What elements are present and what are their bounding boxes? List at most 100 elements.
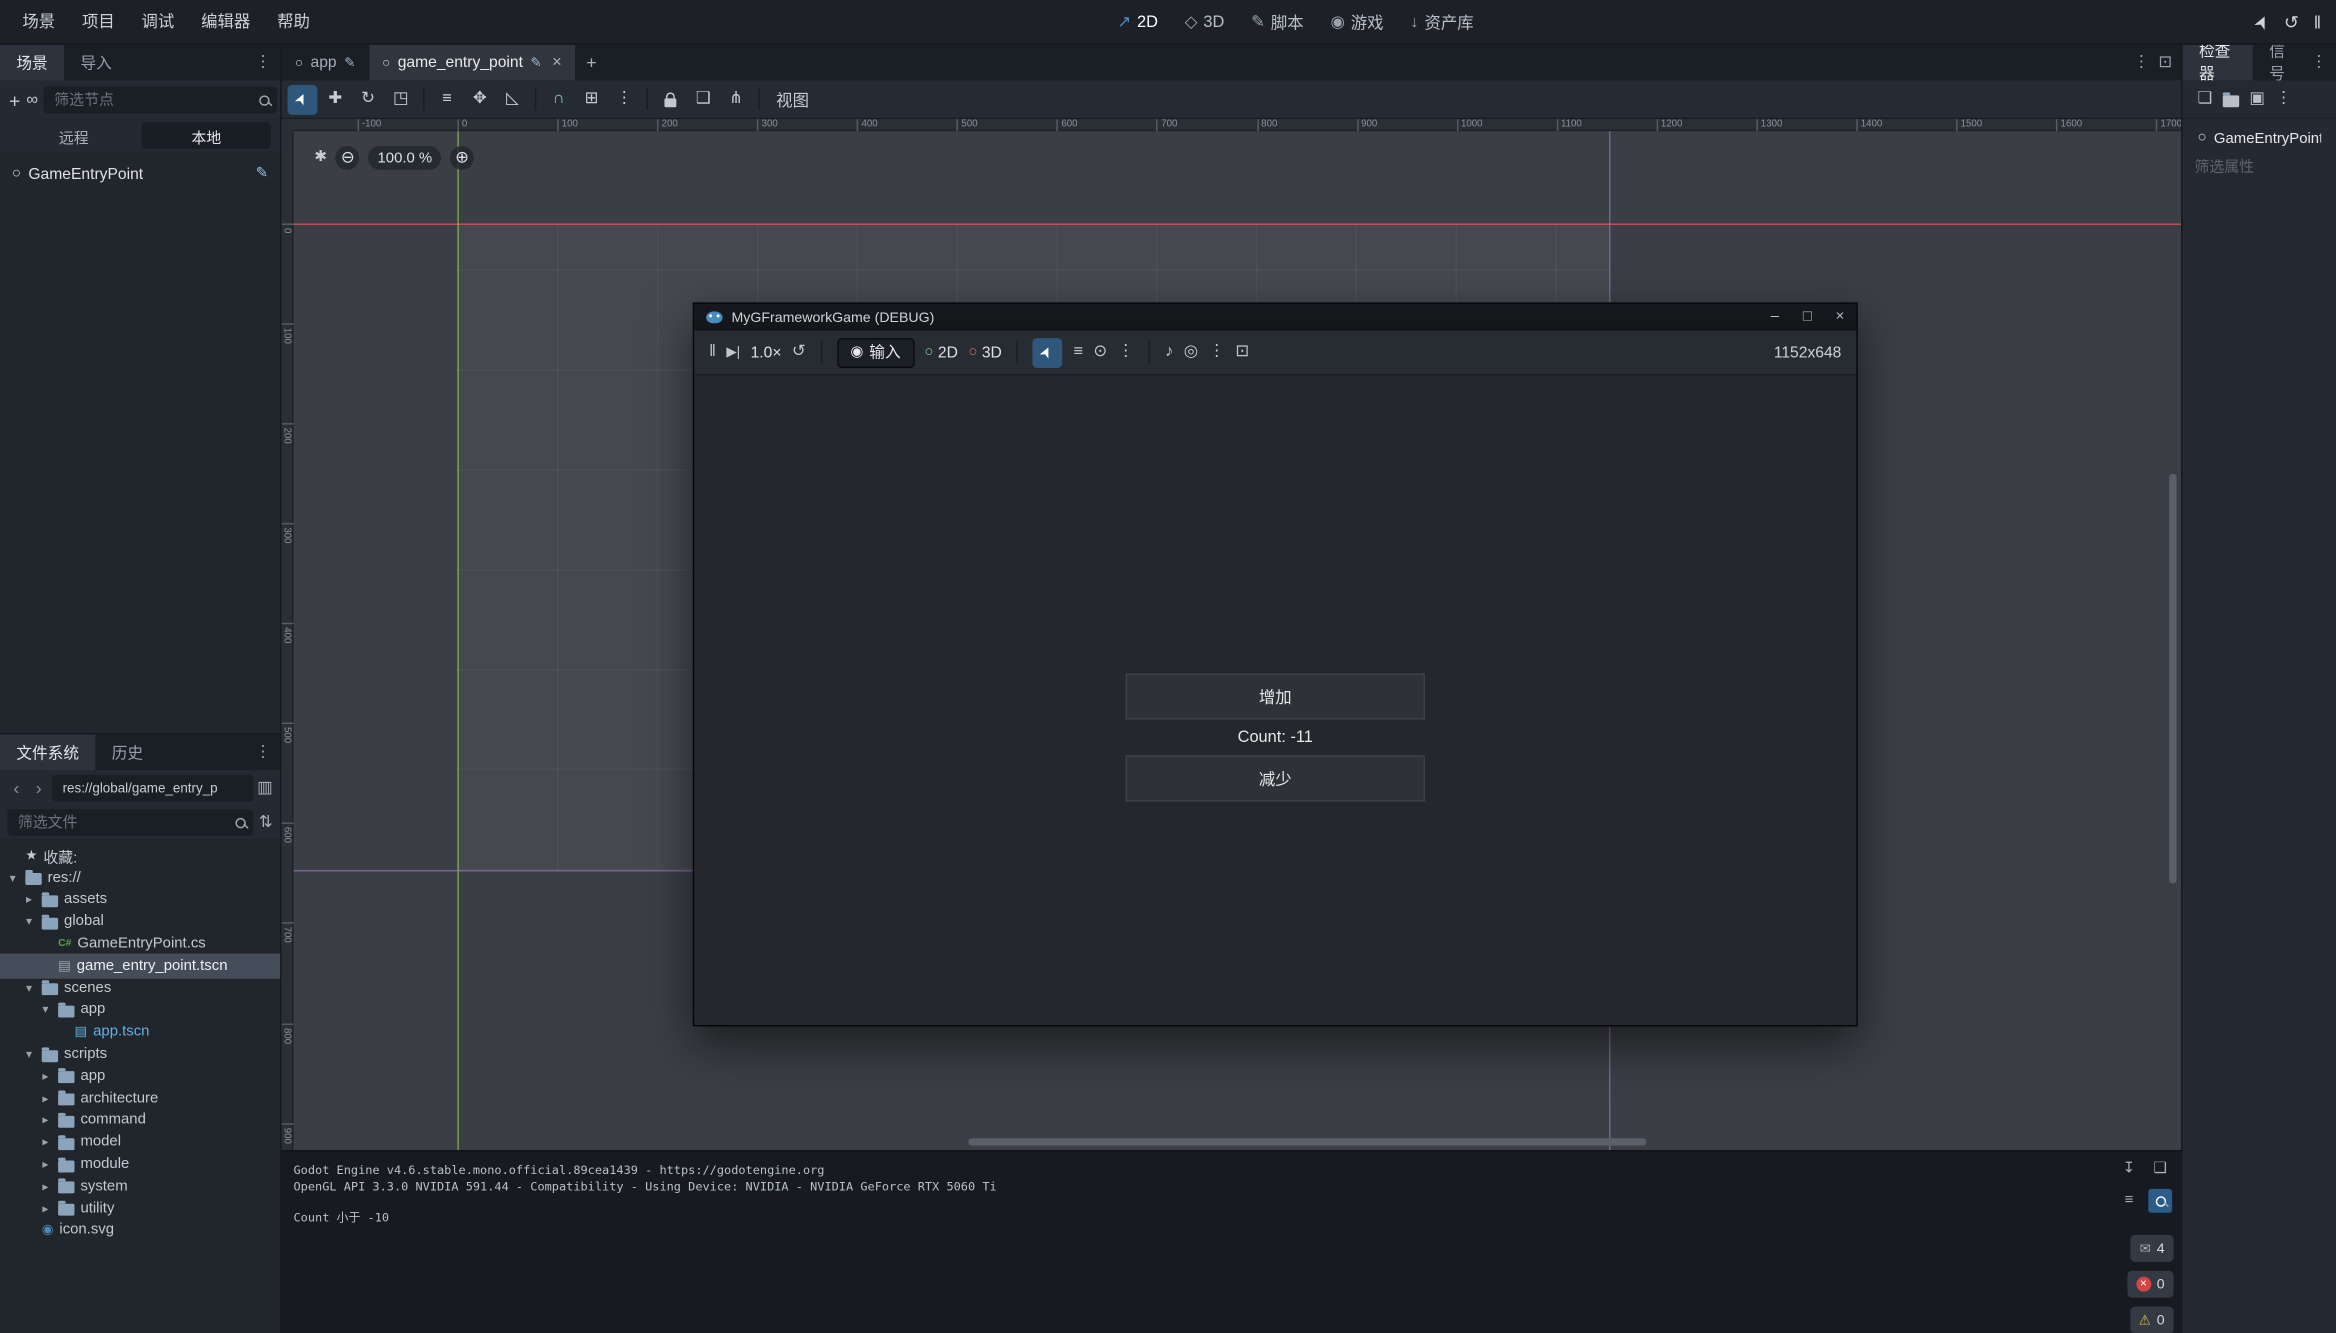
canvas-vscrollbar[interactable] bbox=[2169, 474, 2176, 884]
cursor-icon[interactable]: ➤ bbox=[2250, 11, 2273, 32]
nav-forward-icon[interactable]: › bbox=[30, 779, 48, 797]
file-tree-item[interactable]: ▾app bbox=[0, 999, 280, 1021]
menubar-item[interactable]: 编辑器 bbox=[188, 5, 264, 38]
pick-options-icon[interactable]: ⋮ bbox=[1118, 344, 1134, 360]
scene-tab-game-entry-point[interactable]: ○ game_entry_point ✎ × bbox=[369, 45, 575, 81]
add-node-icon[interactable]: + bbox=[9, 90, 20, 109]
pause-icon[interactable]: ‖ bbox=[2314, 13, 2321, 31]
workspace-button[interactable]: ↗2D bbox=[1105, 6, 1169, 39]
workspace-button[interactable]: ◇3D bbox=[1173, 6, 1236, 39]
file-tree-item[interactable]: C#GameEntryPoint.cs bbox=[0, 933, 280, 955]
filter-properties-input[interactable] bbox=[2191, 158, 2327, 177]
menubar-item[interactable]: 帮助 bbox=[264, 5, 324, 38]
menubar-item[interactable]: 项目 bbox=[69, 5, 129, 38]
close-tab-icon[interactable]: × bbox=[552, 54, 562, 70]
rotate-tool-button[interactable]: ↻ bbox=[353, 84, 383, 114]
decrease-button[interactable]: 减少 bbox=[1126, 755, 1425, 801]
dock-tab[interactable]: 文件系统 bbox=[0, 734, 95, 770]
restart-icon[interactable]: ↺ bbox=[2284, 13, 2299, 31]
group-button[interactable]: ❑ bbox=[688, 84, 718, 114]
next-frame-icon[interactable]: ▶| bbox=[726, 346, 740, 359]
canvas-hscrollbar[interactable] bbox=[968, 1138, 1646, 1145]
filter-nodes-input[interactable] bbox=[51, 90, 254, 109]
filter-files-input[interactable] bbox=[15, 813, 229, 832]
pick-node-button[interactable]: ➤ bbox=[1033, 337, 1063, 367]
file-tree-item[interactable]: ▸utility bbox=[0, 1197, 280, 1219]
attached-script-icon[interactable]: ✎ bbox=[256, 166, 269, 181]
file-tree-item[interactable]: ▸assets bbox=[0, 889, 280, 911]
expander-icon[interactable]: ▾ bbox=[22, 981, 35, 994]
filesystem-menu-icon[interactable]: ⋮ bbox=[255, 744, 271, 760]
canvas-viewport[interactable]: ✱ ⊖ 100.0 % ⊕ MyGFrameworkGame (DEBUG) – bbox=[282, 119, 2181, 1150]
file-tree-item[interactable]: ▾scripts bbox=[0, 1043, 280, 1065]
expander-icon[interactable]: ▸ bbox=[39, 1158, 52, 1171]
view-menu-button[interactable]: 视图 bbox=[767, 84, 818, 114]
skeleton-options-button[interactable]: ⋔ bbox=[721, 84, 751, 114]
expander-icon[interactable]: ▾ bbox=[22, 1047, 35, 1060]
file-tree-item[interactable]: ◉icon.svg bbox=[0, 1219, 280, 1241]
mode-2d-button[interactable]: ○ 2D bbox=[924, 343, 957, 361]
expander-icon[interactable]: ▸ bbox=[22, 893, 35, 906]
file-tree-item[interactable]: ★收藏: bbox=[0, 845, 280, 867]
dock-tab[interactable]: 场景 bbox=[0, 45, 64, 81]
load-resource-icon[interactable] bbox=[2223, 95, 2239, 107]
inspector-menu-icon[interactable]: ⋮ bbox=[2311, 54, 2327, 70]
expander-icon[interactable]: ▾ bbox=[22, 915, 35, 928]
file-tree-item[interactable]: ▾global bbox=[0, 911, 280, 933]
segment-button[interactable]: 本地 bbox=[142, 122, 272, 149]
suspend-icon[interactable]: ‖ bbox=[709, 344, 716, 360]
nav-back-icon[interactable]: ‹ bbox=[7, 779, 25, 797]
log-list-icon[interactable]: ≡ bbox=[2117, 1189, 2141, 1213]
minimize-icon[interactable]: – bbox=[1771, 310, 1779, 325]
menubar-item[interactable]: 场景 bbox=[9, 5, 69, 38]
maximize-icon[interactable]: □ bbox=[1803, 310, 1812, 325]
visibility-icon[interactable]: ⊙ bbox=[1093, 344, 1107, 360]
warnings-badge[interactable]: ⚠ 0 bbox=[2130, 1307, 2174, 1333]
sort-files-icon[interactable]: ⇅ bbox=[259, 814, 273, 830]
camera-options-icon[interactable]: ⋮ bbox=[1209, 344, 1225, 360]
expander-icon[interactable]: ▾ bbox=[39, 1003, 52, 1016]
zoom-out-button[interactable]: ⊖ bbox=[336, 146, 360, 170]
file-tree-item[interactable]: ▸system bbox=[0, 1175, 280, 1197]
scene-tab-app[interactable]: ○ app ✎ bbox=[282, 45, 369, 81]
speed-label[interactable]: 1.0× bbox=[751, 343, 782, 361]
close-icon[interactable]: × bbox=[1836, 310, 1845, 325]
game-window-titlebar[interactable]: MyGFrameworkGame (DEBUG) – □ × bbox=[694, 304, 1856, 331]
node-list-icon[interactable]: ≡ bbox=[1073, 344, 1083, 360]
zoom-level[interactable]: 100.0 % bbox=[369, 146, 442, 170]
path-input[interactable] bbox=[60, 779, 246, 797]
camera-override-icon[interactable]: ◎ bbox=[1184, 344, 1198, 360]
mode-3d-button[interactable]: ○ 3D bbox=[968, 343, 1001, 361]
new-resource-icon[interactable]: ❏ bbox=[2197, 91, 2212, 107]
expander-icon[interactable]: ▾ bbox=[6, 871, 19, 884]
scene-tree-root-node[interactable]: ○ GameEntryPoint ✎ bbox=[0, 161, 280, 186]
file-tree-item[interactable]: ▸model bbox=[0, 1131, 280, 1153]
file-tree-item[interactable]: ▸module bbox=[0, 1153, 280, 1175]
file-tree-item[interactable]: ▸architecture bbox=[0, 1087, 280, 1109]
resource-options-icon[interactable]: ⋮ bbox=[2275, 91, 2291, 107]
file-tree-item[interactable]: ▾scenes bbox=[0, 977, 280, 999]
dock-tab[interactable]: 信号 bbox=[2253, 45, 2311, 81]
expander-icon[interactable]: ▸ bbox=[39, 1136, 52, 1149]
lock-button[interactable] bbox=[656, 84, 686, 114]
save-log-icon[interactable]: ↧ bbox=[2117, 1158, 2141, 1182]
scale-tool-button[interactable]: ◳ bbox=[386, 84, 416, 114]
workspace-button[interactable]: ✎脚本 bbox=[1239, 6, 1315, 39]
expander-icon[interactable]: ▸ bbox=[39, 1069, 52, 1082]
tabbar-menu-icon[interactable]: ⋮ bbox=[2133, 54, 2149, 70]
center-view-icon[interactable]: ✱ bbox=[314, 150, 327, 165]
grid-snap-button[interactable]: ⊞ bbox=[577, 84, 607, 114]
file-tree-item[interactable]: ▾res:// bbox=[0, 867, 280, 889]
move-tool-button[interactable]: ✚ bbox=[320, 84, 350, 114]
audio-mute-icon[interactable]: ♪ bbox=[1165, 344, 1173, 360]
increase-button[interactable]: 增加 bbox=[1126, 673, 1425, 719]
reset-speed-icon[interactable]: ↺ bbox=[792, 344, 806, 360]
embed-fullscreen-icon[interactable]: ⊡ bbox=[1235, 344, 1249, 360]
messages-badge[interactable]: ✉ 4 bbox=[2131, 1235, 2174, 1262]
segment-button[interactable]: 远程 bbox=[9, 122, 139, 149]
pan-tool-button[interactable]: ✥ bbox=[465, 84, 495, 114]
instance-scene-icon[interactable]: ∞ bbox=[26, 92, 38, 108]
menubar-item[interactable]: 调试 bbox=[128, 5, 188, 38]
dock-tab[interactable]: 导入 bbox=[64, 45, 128, 81]
workspace-button[interactable]: ◉游戏 bbox=[1319, 6, 1396, 39]
